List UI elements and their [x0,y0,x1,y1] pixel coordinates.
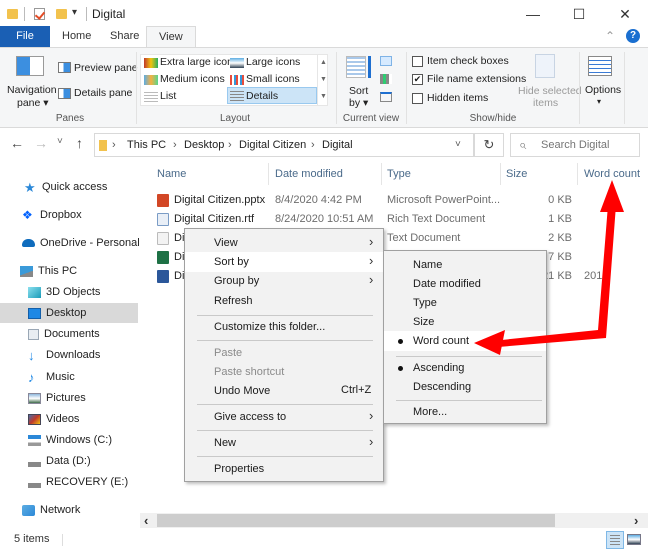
scroll-left-button[interactable]: ‹ [144,513,148,528]
scrollbar-thumb[interactable] [157,514,555,527]
divider [62,534,63,546]
annotation-arrow [474,180,624,355]
annotation-arrow-head-left [474,330,505,355]
annotation-arrow-head-up [600,180,624,212]
details-view-button[interactable] [606,531,624,549]
status-bar: 5 items [0,531,648,549]
details-view-icon [610,535,620,545]
item-count: 5 items [14,533,50,545]
scroll-right-button[interactable]: › [634,513,638,528]
large-icons-view-button[interactable] [627,534,641,545]
annotation-arrow-shaft [482,205,616,348]
horizontal-scrollbar[interactable]: ‹ › [140,513,648,528]
